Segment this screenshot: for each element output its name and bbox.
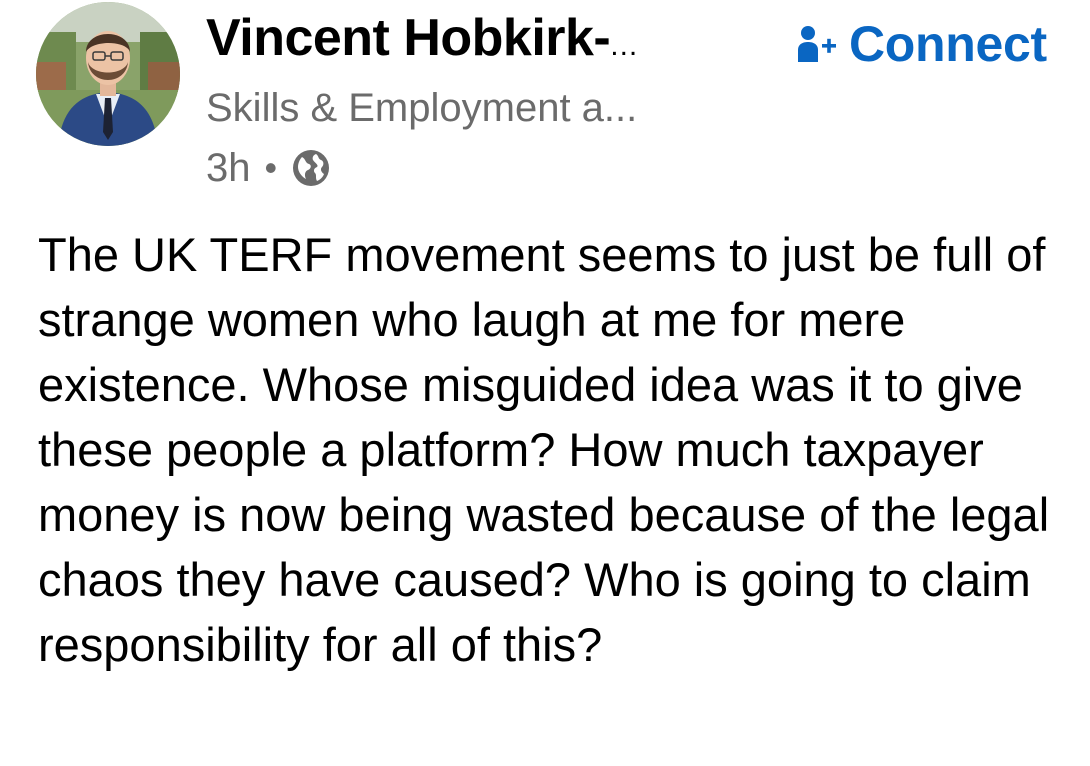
globe-icon [293, 150, 330, 186]
person-add-icon [798, 26, 836, 62]
post-body-text: The UK TERF movement seems to just be fu… [38, 228, 1050, 671]
author-name-text: Vincent Hobkirk- [206, 9, 611, 67]
post-meta: 3h • [206, 140, 331, 196]
connect-button-label: Connect [849, 16, 1047, 72]
feed-post: Vincent Hobkirk-... Connect Skills & Emp… [0, 0, 1090, 766]
author-name[interactable]: Vincent Hobkirk-... [206, 6, 638, 78]
avatar-photo [36, 2, 180, 146]
author-avatar[interactable] [36, 2, 180, 146]
author-headline: Skills & Employment a... [206, 86, 638, 130]
connect-button[interactable]: Connect [795, 14, 1047, 74]
post-timestamp: 3h [206, 145, 251, 190]
author-name-ellipsis: ... [610, 29, 639, 62]
meta-separator: • [264, 147, 278, 188]
